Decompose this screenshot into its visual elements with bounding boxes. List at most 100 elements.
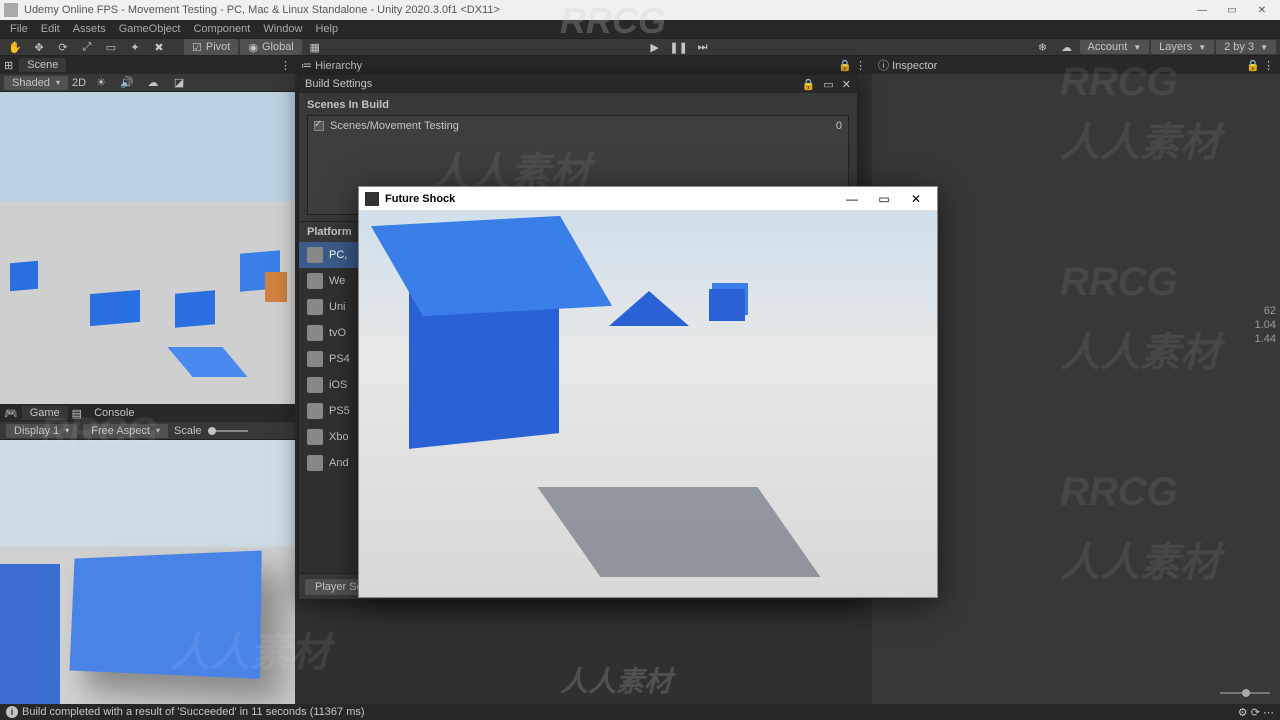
hand-tool-icon[interactable]: ✋ [4,38,26,56]
fs-maximize-button[interactable]: ▭ [869,188,899,210]
step-button[interactable]: ⏭ [692,38,714,56]
play-button[interactable]: ▶ [644,38,666,56]
hidden-icon[interactable]: ◪ [168,74,190,92]
lighting-icon[interactable]: ☀ [90,74,112,92]
scene-capsule [265,272,287,302]
menu-file[interactable]: File [4,22,34,36]
hierarchy-lock-icon[interactable]: 🔒 [802,78,816,91]
global-toggle[interactable]: ◉Global [240,39,301,55]
scene-item[interactable]: Scenes/Movement Testing [330,120,459,132]
pause-button[interactable]: ❚❚ [668,38,690,56]
scene-cube [10,261,38,291]
maximize-button[interactable]: ▭ [1218,1,1246,19]
game-icon: 🎮 [4,407,18,420]
fx-icon[interactable]: ☁ [142,74,164,92]
scene-view[interactable] [0,92,295,404]
lock-icon[interactable]: 🔒 ⋮ [838,59,866,72]
menu-component[interactable]: Component [187,22,256,36]
scale-label: Scale [174,425,202,437]
layers-dropdown[interactable]: Layers▼ [1151,40,1214,54]
scene-cube [175,290,215,327]
snap-tool-icon[interactable]: ▦ [304,38,326,56]
game-tab[interactable]: Game [22,406,68,420]
scene-opts-icon[interactable]: ⋮ [280,59,291,72]
scene-tab-bar: ⊞ Scene ⋮ [0,56,295,74]
readout-value: 62 [1255,304,1276,318]
ps5-icon [307,403,323,419]
shaded-dropdown[interactable]: Shaded▾ [4,76,68,90]
xbox-icon [307,429,323,445]
fs-prism [609,291,689,326]
monitor-icon [307,247,323,263]
layout-dropdown[interactable]: 2 by 3▼ [1216,40,1276,54]
build-close-icon[interactable]: ✕ [842,78,851,91]
hierarchy-icon: ≔ [301,60,312,72]
future-shock-viewport[interactable] [359,211,937,597]
game-tab-bar: 🎮 Game ▤ Console [0,404,295,422]
menu-window[interactable]: Window [257,22,308,36]
game-view[interactable] [0,440,295,704]
fs-minimize-button[interactable]: — [837,188,867,210]
unity-icon [4,3,18,17]
build-settings-title: Build Settings [305,78,372,90]
console-icon: ▤ [72,407,82,420]
custom-tool-icon[interactable]: ✖ [148,38,170,56]
inspector-icon: ⓘ [878,60,889,72]
build-settings-titlebar[interactable]: Build Settings 🔒 ▭ ✕ [299,75,857,93]
menu-help[interactable]: Help [309,22,344,36]
html5-icon [307,273,323,289]
future-shock-titlebar[interactable]: Future Shock — ▭ ✕ [359,187,937,211]
fs-close-button[interactable]: ✕ [901,188,931,210]
readout-value: 1.04 [1255,318,1276,332]
futureshock-icon [365,192,379,206]
status-right-icons[interactable]: ⚙ ⟳ ⋯ [1238,706,1274,719]
transform-tool-icon[interactable]: ✦ [124,38,146,56]
status-text: Build completed with a result of 'Succee… [22,706,365,718]
status-bar: i Build completed with a result of 'Succ… [0,704,1280,720]
readout-value: 1.44 [1255,332,1276,346]
android-icon [307,455,323,471]
menu-edit[interactable]: Edit [35,22,66,36]
pivot-toggle[interactable]: ☑Pivot [184,39,238,55]
scenes-in-build-header: Scenes In Build [307,99,849,111]
scene-tab[interactable]: Scene [19,58,66,72]
lock-icon[interactable]: 🔒 ⋮ [1246,59,1274,72]
cloud-icon[interactable]: ☁ [1056,38,1078,56]
left-column: ⊞ Scene ⋮ Shaded▾ 2D ☀ 🔊 ☁ ◪ 🎮 Game ▤ Co [0,56,295,704]
account-dropdown[interactable]: Account▼ [1080,40,1150,54]
game-cube [0,564,60,704]
console-tab[interactable]: Console [86,406,142,420]
scene-index: 0 [836,120,842,132]
window-titlebar: Udemy Online FPS - Movement Testing - PC… [0,0,1280,20]
close-button[interactable]: ✕ [1248,1,1276,19]
scale-tool-icon[interactable]: ⤢ [76,38,98,56]
hierarchy-tab-bar: ≔ Hierarchy 🔒 ⋮ [295,56,872,74]
fs-cube-small [709,289,745,321]
menu-gameobject[interactable]: GameObject [113,22,187,36]
snow-icon[interactable]: ❄ [1032,38,1054,56]
hierarchy-back-icon[interactable]: ▭ [823,78,833,91]
rect-tool-icon[interactable]: ▭ [100,38,122,56]
hierarchy-tab[interactable]: Hierarchy [315,60,362,72]
windows-icon [307,299,323,315]
ps4-icon [307,351,323,367]
inspector-tab[interactable]: Inspector [892,60,937,72]
minimize-button[interactable]: — [1188,1,1216,19]
scene-ground [0,201,295,404]
display-dropdown[interactable]: Display 1▾ [6,424,77,438]
move-tool-icon[interactable]: ✥ [28,38,50,56]
future-shock-title: Future Shock [385,193,455,205]
aspect-dropdown[interactable]: Free Aspect▾ [83,424,168,438]
scale-slider[interactable] [208,430,248,432]
future-shock-window: Future Shock — ▭ ✕ [358,186,938,598]
fs-shadow [537,487,820,577]
rotate-tool-icon[interactable]: ⟳ [52,38,74,56]
appletv-icon [307,325,323,341]
window-title: Udemy Online FPS - Movement Testing - PC… [24,4,500,16]
ios-icon [307,377,323,393]
menu-assets[interactable]: Assets [67,22,112,36]
scene-checkbox[interactable] [314,121,324,131]
twod-toggle[interactable]: 2D [72,77,86,89]
audio-icon[interactable]: 🔊 [116,74,138,92]
scene-grid-icon: ⊞ [4,59,13,72]
